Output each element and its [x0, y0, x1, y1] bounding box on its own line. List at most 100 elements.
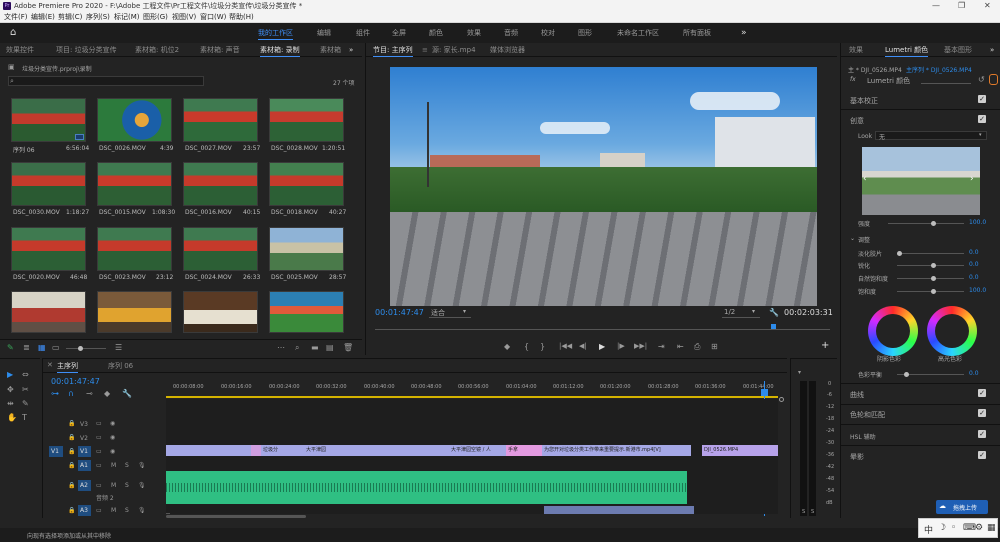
fx-dropdown[interactable]: [921, 76, 971, 84]
clip-v1[interactable]: 为您开对垃圾分类工作带来重要提示.新港市.mp4[V]: [542, 445, 691, 456]
chevron-right-icon[interactable]: ›: [970, 175, 974, 184]
thumbnail[interactable]: [269, 227, 344, 271]
clip-v1[interactable]: [166, 445, 251, 456]
sequence-clip-selector[interactable]: 主序列 * DJI_0526.MP4: [906, 65, 972, 74]
tab-effect-controls[interactable]: 效果控件: [6, 43, 34, 57]
track-select-tool-icon[interactable]: ⇔: [22, 370, 29, 379]
thumbnail[interactable]: [269, 162, 344, 206]
ripple-edit-tool-icon[interactable]: ✥: [7, 385, 14, 394]
menu-edit[interactable]: 编辑(E): [31, 12, 55, 23]
eye-icon[interactable]: ◉: [110, 434, 115, 441]
meter-solo-right[interactable]: S: [811, 509, 814, 515]
extract-button[interactable]: ⇤: [677, 342, 684, 351]
thumbnail[interactable]: [269, 291, 344, 333]
workspace-tab-10[interactable]: 所有面板: [683, 23, 711, 43]
wrench-icon[interactable]: 🔧: [769, 308, 779, 317]
sync-lock-icon[interactable]: ▭: [96, 482, 102, 489]
thumbnail[interactable]: [97, 162, 172, 206]
settings-wrench-icon[interactable]: 🔧: [122, 389, 132, 398]
sync-lock-icon[interactable]: ▭: [96, 434, 102, 441]
home-icon[interactable]: ⌂: [10, 23, 16, 43]
color-balance-slider-knob[interactable]: [904, 372, 909, 377]
tab-effects[interactable]: 效果: [849, 43, 863, 57]
razor-tool-icon[interactable]: ✂: [22, 385, 29, 394]
comparison-view-icon[interactable]: ⊞: [711, 342, 718, 351]
thumbnail[interactable]: [183, 291, 258, 333]
mute-button[interactable]: M: [111, 482, 116, 489]
upload-button[interactable]: ☁ 拖拽上传: [936, 500, 988, 514]
clip-v1[interactable]: 手拿: [506, 445, 542, 456]
sort-icon[interactable]: ☰: [115, 343, 122, 352]
master-clip-selector[interactable]: 主 * DJI_0526.MP4: [848, 65, 902, 74]
section-creative[interactable]: 创意: [850, 116, 864, 126]
workspace-tab-6[interactable]: 音频: [504, 23, 518, 43]
source-patch-v1[interactable]: V1: [49, 446, 63, 457]
track-target-v1[interactable]: V1: [78, 446, 91, 457]
grid-icon[interactable]: ▦: [987, 523, 996, 533]
sync-lock-icon[interactable]: ▭: [96, 507, 102, 514]
menu-clip[interactable]: 剪辑(C): [58, 12, 82, 23]
close-button[interactable]: ✕: [984, 0, 991, 12]
thumbnail[interactable]: [97, 98, 172, 142]
adjust-slider-knob[interactable]: [931, 289, 936, 294]
step-back-button[interactable]: ◀|: [579, 342, 587, 351]
thumbnail[interactable]: [183, 98, 258, 142]
meter-solo-left[interactable]: S: [802, 509, 805, 515]
play-button[interactable]: ▶: [599, 342, 605, 351]
intensity-slider-knob[interactable]: [931, 221, 936, 226]
menu-view[interactable]: 视图(V): [172, 12, 196, 23]
sync-lock-icon[interactable]: ▭: [96, 462, 102, 469]
find-icon[interactable]: ⌕: [295, 343, 299, 352]
menu-graphics[interactable]: 图形(G): [143, 12, 168, 23]
settings-icon[interactable]: ⚙: [975, 523, 983, 533]
audio-clip-a3[interactable]: [544, 506, 694, 514]
workspace-tab-8[interactable]: 图形: [578, 23, 592, 43]
horizontal-scrollbar[interactable]: [166, 515, 306, 518]
lock-icon[interactable]: 🔒: [68, 420, 75, 427]
add-button[interactable]: +: [821, 341, 829, 351]
tab-bin-recording[interactable]: 素材箱: 录制: [260, 43, 300, 57]
tab-bin-more[interactable]: 素材箱: [320, 43, 341, 57]
clip-v1[interactable]: 垃圾分: [261, 445, 304, 456]
effect-toggle[interactable]: [989, 74, 998, 85]
sync-lock-icon[interactable]: ▭: [96, 448, 102, 455]
solo-button[interactable]: S: [125, 507, 129, 514]
tab-media-browser[interactable]: 媒体浏览器: [490, 43, 525, 57]
clip-v1[interactable]: 大平津园空镜 / 人: [449, 445, 506, 456]
export-frame-icon[interactable]: ⎙: [694, 342, 700, 351]
slip-tool-icon[interactable]: ⇹: [7, 399, 14, 408]
section-curves[interactable]: 曲线: [850, 390, 864, 400]
mute-button[interactable]: M: [111, 507, 116, 514]
new-item-icon[interactable]: ▤: [326, 343, 334, 352]
menu-help[interactable]: 帮助(H): [229, 12, 254, 23]
icon-view-icon[interactable]: ▦: [38, 343, 46, 352]
selection-tool-icon[interactable]: ▶: [7, 370, 13, 379]
audio-clip-a2[interactable]: [166, 471, 687, 504]
tab-overflow-button[interactable]: »: [349, 43, 353, 57]
workspace-tab-9[interactable]: 未命名工作区: [617, 23, 659, 43]
chevron-down-icon[interactable]: ⌄: [850, 235, 855, 242]
snap-icon[interactable]: ∩: [68, 389, 74, 398]
reset-icon[interactable]: ↺: [978, 75, 985, 84]
timeline-timecode[interactable]: 00:01:47:47: [51, 377, 100, 386]
tab-essential-graphics[interactable]: 基本图形: [944, 43, 972, 57]
section-color-wheels[interactable]: 色轮和匹配: [850, 410, 885, 420]
section-basic-correction[interactable]: 基本校正: [850, 96, 878, 106]
tab-overflow-button[interactable]: »: [990, 43, 994, 57]
adjust-slider-knob[interactable]: [931, 276, 936, 281]
workspace-tab-1[interactable]: 编辑: [317, 23, 331, 43]
adjust-row-value[interactable]: 0.0: [969, 261, 979, 268]
thumbnail[interactable]: [11, 98, 86, 142]
program-menu-icon[interactable]: ≡: [422, 43, 428, 57]
new-bin-icon[interactable]: ▬: [311, 343, 319, 352]
solo-button[interactable]: S: [125, 482, 129, 489]
workspace-tab-5[interactable]: 效果: [467, 23, 481, 43]
tracks-area[interactable]: 垃圾分 大平津园 大平津园空镜 / 人 手拿 为您开对垃圾分类工作带来重要提示.…: [166, 399, 778, 514]
step-forward-button[interactable]: |▶: [617, 342, 625, 351]
intensity-slider[interactable]: [888, 223, 964, 224]
eye-icon[interactable]: ◉: [110, 448, 115, 455]
track-target-a1[interactable]: A1: [78, 460, 91, 471]
clip-v1[interactable]: [377, 445, 449, 456]
moon-icon[interactable]: ☽: [938, 523, 946, 533]
tab-main-sequence[interactable]: 主序列: [57, 359, 78, 373]
